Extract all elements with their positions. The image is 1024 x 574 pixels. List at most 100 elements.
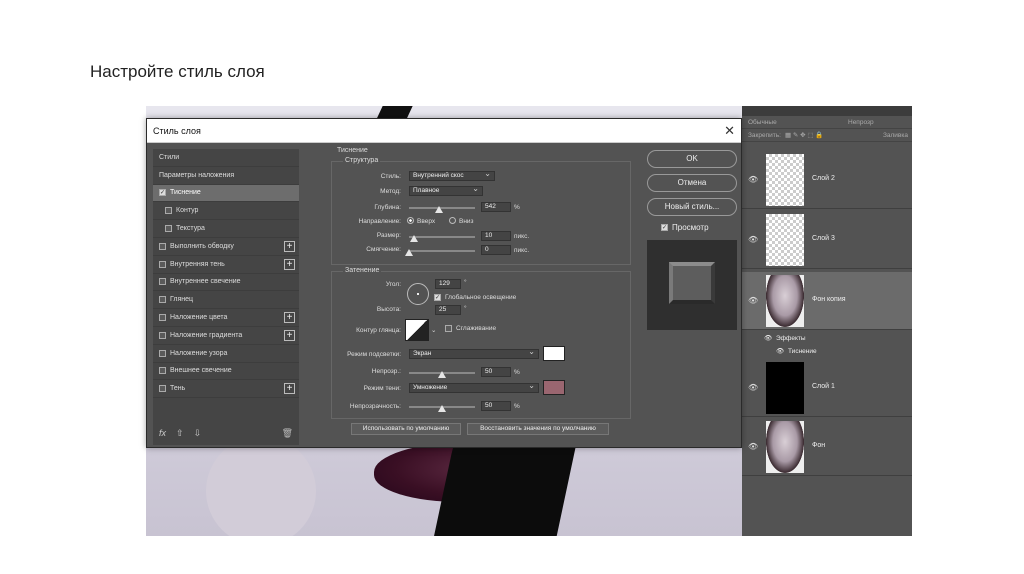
method-select[interactable]: Плавное	[409, 185, 483, 196]
layer-effect-bevel-row[interactable]: 👁 Тиснение	[742, 345, 912, 358]
chevron-down-icon[interactable]: ⌄	[431, 326, 436, 334]
add-effect-icon[interactable]: +	[284, 383, 295, 395]
highlight-color-swatch[interactable]	[543, 346, 565, 361]
style-item[interactable]: Стили	[153, 149, 299, 167]
eye-icon[interactable]: 👁	[748, 235, 758, 244]
style-item-checkbox[interactable]	[159, 278, 166, 286]
preview-label: Просмотр	[672, 223, 709, 232]
style-item[interactable]: Внутреннее свечение	[153, 274, 299, 292]
move-up-icon[interactable]: ⇧	[176, 428, 184, 439]
size-slider-track[interactable]	[409, 236, 475, 238]
style-item-label: Выполнить обводку	[170, 242, 234, 250]
size-input[interactable]: 10	[481, 231, 511, 241]
style-item-label: Внутренняя тень	[170, 260, 225, 268]
style-item-checkbox[interactable]	[159, 367, 166, 375]
size-slider-thumb[interactable]	[410, 235, 419, 242]
soften-input[interactable]: 0	[481, 245, 511, 255]
shading-title: Затенение	[343, 267, 382, 274]
layer-row[interactable]: 👁 Фон	[742, 418, 912, 476]
add-effect-icon[interactable]: +	[284, 329, 295, 341]
style-item-checkbox[interactable]	[159, 385, 166, 393]
preview-row[interactable]: ✓ Просмотр	[661, 223, 709, 232]
eye-icon[interactable]: 👁	[748, 296, 758, 305]
style-item-checkbox[interactable]	[165, 225, 172, 233]
cancel-button[interactable]: Отмена	[647, 174, 737, 192]
eye-icon[interactable]: 👁	[748, 175, 758, 184]
style-item-checkbox[interactable]	[159, 331, 166, 339]
shadow-mode-select[interactable]: Умножение	[409, 382, 539, 393]
antialias-checkbox[interactable]	[445, 325, 452, 332]
lock-icons[interactable]: ▦ ✎ ✥ ⬚ 🔒	[785, 131, 824, 139]
fx-icon[interactable]: fx	[159, 428, 166, 439]
style-item[interactable]: Выполнить обводку +	[153, 238, 299, 256]
style-item[interactable]: Наложение цвета +	[153, 309, 299, 327]
gloss-contour-preview[interactable]	[405, 319, 429, 341]
eye-icon[interactable]: 👁	[776, 347, 784, 355]
layer-row[interactable]: 👁 Слой 1	[742, 359, 912, 417]
eye-icon[interactable]: 👁	[748, 442, 758, 451]
depth-slider-thumb[interactable]	[434, 206, 443, 213]
style-item-label: Контур	[176, 207, 199, 215]
layer-row[interactable]: 👁 Слой 2	[742, 151, 912, 209]
style-item[interactable]: Тень +	[153, 380, 299, 399]
style-item-checkbox[interactable]	[159, 314, 166, 322]
global-light-checkbox[interactable]: ✓	[434, 294, 441, 301]
highlight-mode-select[interactable]: Экран	[409, 348, 539, 359]
style-select[interactable]: Внутренний скос	[409, 170, 495, 181]
layer-row[interactable]: 👁 Фон копия	[742, 272, 912, 330]
style-item-checkbox[interactable]	[159, 242, 166, 250]
eye-icon[interactable]: 👁	[748, 383, 758, 392]
layer-thumbnail	[766, 275, 804, 327]
depth-input[interactable]: 542	[481, 202, 511, 212]
close-icon[interactable]: ✕	[724, 123, 735, 139]
style-item[interactable]: Внутренняя тень +	[153, 256, 299, 274]
style-item-label: Наложение градиента	[170, 331, 243, 339]
style-item[interactable]: Текстура	[153, 220, 299, 238]
angle-input[interactable]: 129	[435, 279, 461, 289]
style-item[interactable]: Контур	[153, 202, 299, 221]
shadow-opacity-thumb[interactable]	[438, 405, 446, 412]
style-item[interactable]: ✓ Тиснение	[153, 184, 299, 203]
style-item-checkbox[interactable]	[165, 207, 172, 215]
soften-slider-thumb[interactable]	[405, 249, 413, 256]
style-item-checkbox[interactable]: ✓	[159, 189, 166, 197]
style-item-label: Тень	[170, 385, 186, 393]
shadow-color-swatch[interactable]	[543, 380, 565, 395]
antialias-row[interactable]: Сглаживание	[445, 325, 496, 332]
make-default-button[interactable]: Использовать по умолчанию	[351, 423, 461, 435]
eye-icon[interactable]: 👁	[764, 334, 772, 342]
add-effect-icon[interactable]: +	[284, 312, 295, 324]
layer-effect-label: Тиснение	[788, 348, 817, 355]
new-style-button[interactable]: Новый стиль...	[647, 198, 737, 216]
reset-default-button[interactable]: Восстановить значения по умолчанию	[467, 423, 609, 435]
direction-up-radio[interactable]	[407, 217, 414, 224]
style-item-checkbox[interactable]	[159, 260, 166, 268]
angle-dial[interactable]	[407, 283, 429, 305]
style-item[interactable]: Внешнее свечение	[153, 363, 299, 381]
layer-thumbnail	[766, 214, 804, 266]
highlight-opacity-input[interactable]: 50	[481, 367, 511, 377]
style-item[interactable]: Глянец	[153, 291, 299, 310]
move-down-icon[interactable]: ⇩	[194, 428, 202, 439]
style-item[interactable]: Наложение градиента +	[153, 327, 299, 345]
soften-slider-track[interactable]	[409, 250, 475, 252]
style-item[interactable]: Наложение узора	[153, 345, 299, 363]
direction-down-radio[interactable]	[449, 217, 456, 224]
preview-checkbox[interactable]: ✓	[661, 224, 668, 231]
layers-blend-mode[interactable]: Обычные	[748, 119, 848, 126]
style-item-checkbox[interactable]	[159, 349, 166, 357]
layer-effects-row[interactable]: 👁 Эффекты	[742, 332, 912, 345]
ok-button[interactable]: OK	[647, 150, 737, 168]
add-effect-icon[interactable]: +	[284, 258, 295, 270]
layer-row[interactable]: 👁 Слой 3	[742, 211, 912, 269]
highlight-opacity-thumb[interactable]	[438, 371, 446, 378]
altitude-input[interactable]: 25	[435, 305, 461, 315]
style-item-checkbox[interactable]	[159, 296, 166, 304]
style-item-label: Внутреннее свечение	[170, 278, 241, 286]
style-item[interactable]: Параметры наложения	[153, 167, 299, 185]
global-light-row[interactable]: ✓ Глобальное освещение	[434, 294, 516, 301]
add-effect-icon[interactable]: +	[284, 240, 295, 252]
shadow-opacity-input[interactable]: 50	[481, 401, 511, 411]
trash-icon[interactable]: 🗑	[282, 428, 293, 439]
layers-blend-row[interactable]: Обычные Непрозр	[742, 116, 912, 129]
